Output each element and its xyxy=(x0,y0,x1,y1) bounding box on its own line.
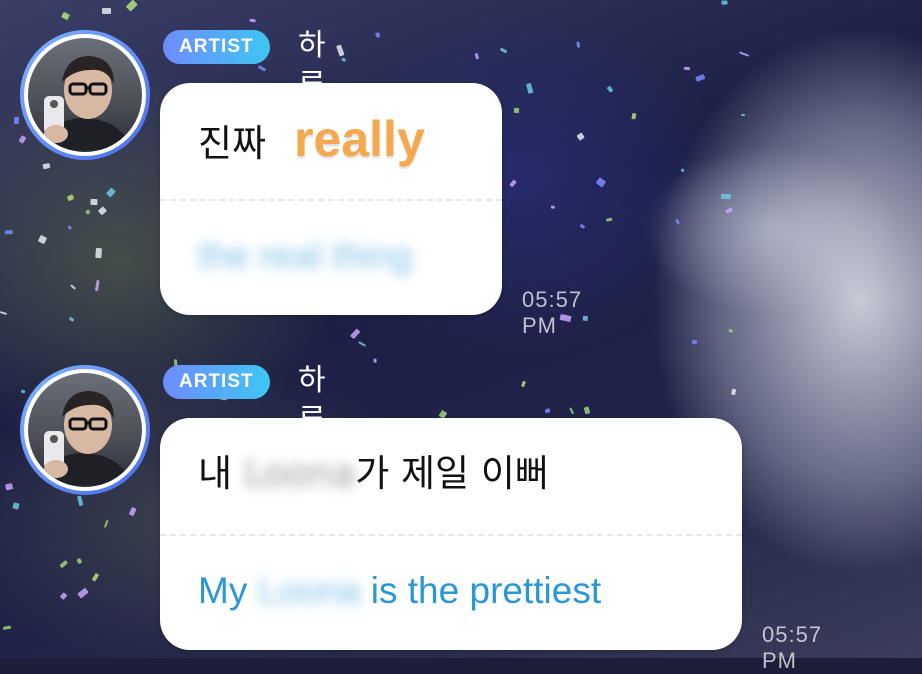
confetti-speck xyxy=(258,65,268,72)
original-suffix: 가 제일 이뻐 xyxy=(355,452,549,495)
timestamp: 05:57 PM xyxy=(762,622,823,673)
confetti-speck xyxy=(684,66,691,71)
confetti-speck xyxy=(38,235,48,245)
artist-badge: ARTIST xyxy=(163,30,270,64)
confetti-speck xyxy=(69,284,76,291)
confetti-speck xyxy=(103,519,109,528)
confetti-speck xyxy=(129,507,137,517)
translation-suffix: is the prettiest xyxy=(370,570,602,611)
confetti-speck xyxy=(514,107,520,113)
annotation-text: really xyxy=(294,111,425,167)
confetti-speck xyxy=(66,194,75,202)
confetti-speck xyxy=(69,316,75,322)
confetti-speck xyxy=(721,1,728,5)
confetti-speck xyxy=(358,340,367,348)
blurred-word: Loona xyxy=(257,570,361,611)
confetti-speck xyxy=(584,406,591,414)
confetti-speck xyxy=(576,132,585,141)
confetti-speck xyxy=(731,388,737,395)
timestamp: 05:57 PM xyxy=(522,287,583,338)
confetti-speck xyxy=(499,47,507,54)
confetti-speck xyxy=(740,113,745,116)
confetti-speck xyxy=(695,73,706,82)
confetti-speck xyxy=(0,310,7,315)
translation-line: My Loona is the prettiest xyxy=(198,568,601,614)
confetti-speck xyxy=(5,483,14,491)
blurred-word: Loona xyxy=(243,452,356,495)
confetti-speck xyxy=(5,230,14,235)
confetti-speck xyxy=(680,168,685,173)
confetti-speck xyxy=(76,558,83,565)
confetti-speck xyxy=(508,179,517,188)
confetti-speck xyxy=(105,187,116,198)
confetti-speck xyxy=(631,112,637,120)
avatar[interactable] xyxy=(20,30,150,160)
confetti-speck xyxy=(2,625,12,631)
confetti-speck xyxy=(59,591,67,601)
confetti-speck xyxy=(349,327,361,339)
confetti-speck xyxy=(690,339,698,346)
confetti-speck xyxy=(84,209,91,215)
confetti-speck xyxy=(249,18,257,23)
confetti-speck xyxy=(728,328,734,334)
confetti-speck xyxy=(125,0,138,12)
confetti-speck xyxy=(576,41,581,48)
translation-text: the real thing xyxy=(198,235,412,276)
confetti-speck xyxy=(95,247,103,258)
confetti-speck xyxy=(77,495,84,507)
confetti-speck xyxy=(90,198,98,206)
confetti-speck xyxy=(341,57,347,63)
confetti-speck xyxy=(61,12,71,21)
confetti-speck xyxy=(605,217,613,223)
confetti-speck xyxy=(544,408,551,414)
confetti-speck xyxy=(475,53,480,60)
bubble-divider xyxy=(160,534,742,536)
confetti-speck xyxy=(76,587,89,599)
confetti-speck xyxy=(675,219,681,226)
confetti-speck xyxy=(20,389,26,394)
confetti-speck xyxy=(67,224,72,230)
artist-badge: ARTIST xyxy=(163,365,270,399)
confetti-speck xyxy=(18,135,27,144)
confetti-speck xyxy=(12,502,20,510)
avatar[interactable] xyxy=(20,365,150,495)
original-prefix: 내 xyxy=(198,452,233,495)
original-text-line: 진짜 really xyxy=(198,111,425,172)
message-bubble[interactable]: 내 Loona가 제일 이뻐 My Loona is the prettiest xyxy=(160,418,742,650)
profile-photo xyxy=(28,38,142,152)
confetti-speck xyxy=(738,51,749,57)
confetti-speck xyxy=(373,358,377,363)
confetti-speck xyxy=(580,223,586,229)
confetti-speck xyxy=(550,205,555,209)
confetti-speck xyxy=(725,206,734,214)
confetti-speck xyxy=(42,163,51,170)
translation-prefix: My xyxy=(198,570,248,611)
confetti-speck xyxy=(91,572,100,583)
message-bubble[interactable]: 진짜 really the real thing xyxy=(160,83,502,315)
confetti-speck xyxy=(721,194,732,200)
confetti-speck xyxy=(59,560,68,569)
confetti-speck xyxy=(94,280,100,292)
confetti-speck xyxy=(582,315,588,321)
confetti-speck xyxy=(101,8,111,15)
confetti-speck xyxy=(606,85,614,93)
confetti-speck xyxy=(374,32,382,39)
confetti-speck xyxy=(596,176,607,188)
original-text-line: 내 Loona가 제일 이뻐 xyxy=(198,446,549,502)
confetti-speck xyxy=(526,82,534,94)
confetti-speck xyxy=(97,206,107,216)
confetti-speck xyxy=(520,380,527,388)
bubble-divider xyxy=(160,199,502,201)
confetti-speck xyxy=(13,116,20,125)
profile-photo xyxy=(28,373,142,487)
confetti-speck xyxy=(569,407,575,415)
original-text: 진짜 xyxy=(198,122,267,165)
